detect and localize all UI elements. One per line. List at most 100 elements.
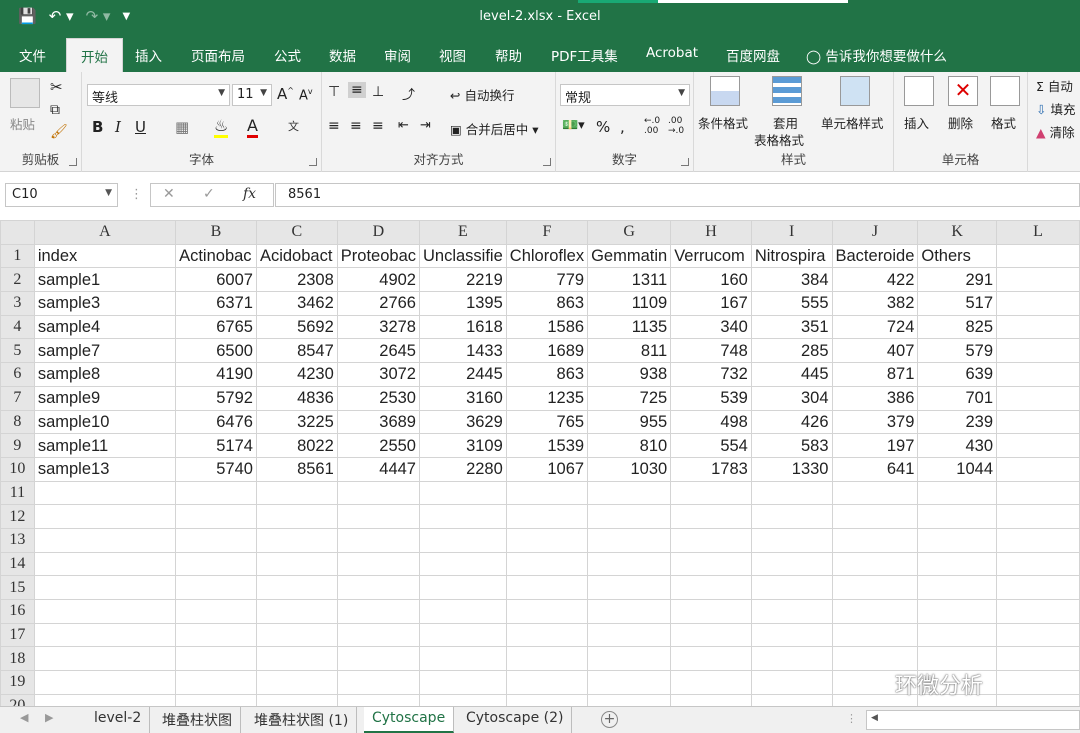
cell[interactable]: 641 xyxy=(831,456,919,482)
cell[interactable]: 955 xyxy=(587,409,672,435)
cell[interactable] xyxy=(831,599,919,624)
increase-decimal-icon[interactable]: ←.0.00 xyxy=(644,116,660,136)
cell[interactable]: 6476 xyxy=(175,409,257,435)
cell[interactable] xyxy=(587,480,672,506)
cell[interactable]: 1030 xyxy=(587,456,672,482)
conditional-format-button[interactable]: 条件格式 xyxy=(698,113,748,132)
cell[interactable]: 579 xyxy=(917,338,998,364)
cell[interactable]: 2219 xyxy=(419,267,507,293)
cell[interactable] xyxy=(670,504,752,529)
cell[interactable] xyxy=(336,575,421,600)
cell[interactable] xyxy=(255,504,338,529)
cell[interactable] xyxy=(33,527,177,553)
cell[interactable] xyxy=(505,646,589,672)
cell[interactable]: 3462 xyxy=(255,291,338,316)
row-header[interactable]: 13 xyxy=(0,527,35,553)
cell[interactable] xyxy=(505,480,589,506)
cell[interactable] xyxy=(750,646,833,672)
cell[interactable] xyxy=(33,575,177,600)
number-format-select[interactable]: 常规 ▼ xyxy=(560,84,690,106)
cell[interactable] xyxy=(670,575,752,600)
cell[interactable]: 2645 xyxy=(336,338,421,364)
italic-button[interactable]: I xyxy=(115,118,121,136)
cell[interactable] xyxy=(33,670,177,695)
cell[interactable]: sample9 xyxy=(33,385,177,411)
row-header[interactable]: 8 xyxy=(0,409,35,435)
cell[interactable] xyxy=(336,504,421,529)
cell[interactable] xyxy=(996,456,1080,482)
tab-review[interactable]: 审阅 xyxy=(384,45,411,65)
cell[interactable] xyxy=(996,243,1080,269)
cell[interactable]: 4190 xyxy=(175,362,257,387)
cell[interactable] xyxy=(996,267,1080,293)
cell[interactable] xyxy=(917,551,998,577)
sheet-tab-stacked-bar[interactable]: 堆叠柱状图 xyxy=(154,707,241,733)
cell[interactable] xyxy=(917,622,998,648)
cell[interactable]: 1135 xyxy=(587,314,672,340)
row-header[interactable]: 16 xyxy=(0,599,35,624)
cell[interactable] xyxy=(587,527,672,553)
format-painter-icon[interactable]: 🖌 xyxy=(50,124,68,140)
cell[interactable] xyxy=(336,551,421,577)
cell[interactable] xyxy=(670,670,752,695)
cell[interactable] xyxy=(505,575,589,600)
row-header[interactable]: 20 xyxy=(0,693,35,706)
cell[interactable] xyxy=(996,599,1080,624)
cell[interactable]: 407 xyxy=(831,338,919,364)
column-header[interactable]: A xyxy=(33,220,177,245)
format-as-table-line2[interactable]: 表格格式 xyxy=(754,130,804,149)
cell[interactable] xyxy=(831,551,919,577)
cell[interactable] xyxy=(996,409,1080,435)
tab-baidu-netdisk[interactable]: 百度网盘 xyxy=(726,45,780,65)
cell[interactable]: Chloroflex xyxy=(505,243,589,269)
cell[interactable]: 351 xyxy=(750,314,833,340)
cell[interactable]: sample1 xyxy=(33,267,177,293)
alignment-launcher-icon[interactable] xyxy=(543,158,551,166)
cell[interactable]: 4230 xyxy=(255,362,338,387)
tab-help[interactable]: 帮助 xyxy=(495,45,522,65)
cell[interactable] xyxy=(917,480,998,506)
cell[interactable] xyxy=(831,480,919,506)
cell[interactable] xyxy=(996,575,1080,600)
cell[interactable]: 1395 xyxy=(419,291,507,316)
cell[interactable] xyxy=(996,338,1080,364)
cell[interactable]: Nitrospira xyxy=(750,243,833,269)
font-name-select[interactable]: 等线 ▼ xyxy=(87,84,230,106)
row-header[interactable]: 14 xyxy=(0,551,35,577)
cell[interactable]: 639 xyxy=(917,362,998,387)
cell[interactable]: 167 xyxy=(670,291,752,316)
cell[interactable]: sample7 xyxy=(33,338,177,364)
insert-cells-button[interactable]: 插入 xyxy=(904,113,929,132)
cell[interactable] xyxy=(996,480,1080,506)
cancel-icon[interactable]: ✕ xyxy=(163,186,175,202)
cell[interactable] xyxy=(255,670,338,695)
cell[interactable] xyxy=(831,646,919,672)
cell[interactable] xyxy=(996,385,1080,411)
cell[interactable]: sample10 xyxy=(33,409,177,435)
autosum-button[interactable]: Σ 自动 xyxy=(1036,76,1073,95)
cell[interactable] xyxy=(831,504,919,529)
cell[interactable] xyxy=(419,551,507,577)
row-header[interactable]: 18 xyxy=(0,646,35,672)
cell[interactable]: 2308 xyxy=(255,267,338,293)
font-color-icon[interactable]: A xyxy=(247,116,258,138)
cell[interactable]: Others xyxy=(917,243,998,269)
tab-file[interactable]: 文件 xyxy=(19,45,46,65)
cell[interactable]: Verrucom xyxy=(670,243,752,269)
sheet-tab-level-2[interactable]: level-2 xyxy=(86,707,151,733)
cell-styles-button[interactable]: 单元格样式 xyxy=(821,113,884,132)
cell[interactable] xyxy=(670,693,752,706)
cell[interactable]: 386 xyxy=(831,385,919,411)
cell[interactable] xyxy=(33,480,177,506)
cell[interactable] xyxy=(670,551,752,577)
row-header[interactable]: 10 xyxy=(0,456,35,482)
cell[interactable]: 8547 xyxy=(255,338,338,364)
cell[interactable] xyxy=(175,599,257,624)
cell[interactable] xyxy=(670,622,752,648)
cell[interactable] xyxy=(996,314,1080,340)
cell[interactable] xyxy=(255,599,338,624)
cell[interactable] xyxy=(175,527,257,553)
cell[interactable]: 382 xyxy=(831,291,919,316)
cell[interactable]: 1539 xyxy=(505,433,589,458)
cell[interactable]: Gemmatin xyxy=(587,243,672,269)
